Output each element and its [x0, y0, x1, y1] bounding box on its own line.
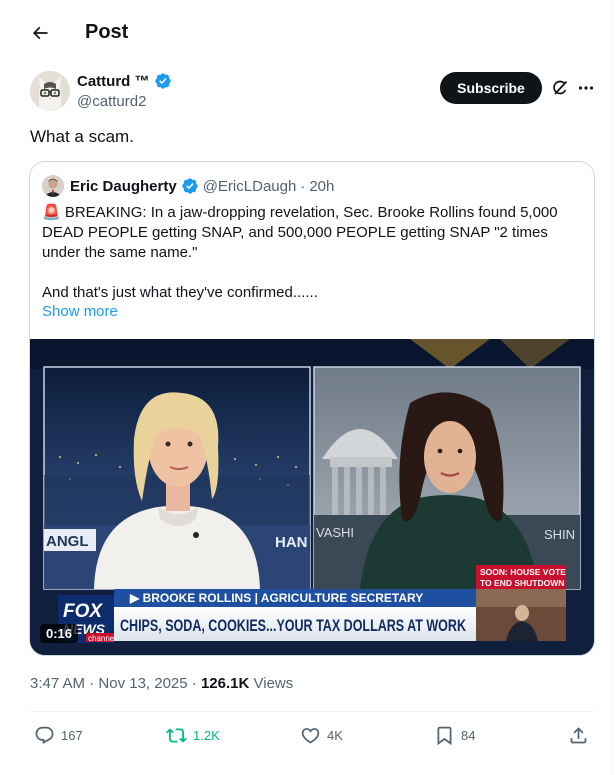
views-count: 126.1K — [200, 675, 250, 692]
action-bar: 167 1.2K 4K 84 — [30, 722, 595, 748]
meta-separator: · — [191, 675, 197, 692]
page-title: Post — [85, 21, 129, 43]
bookmark-icon — [437, 726, 452, 745]
video-headline: CHIPS, SODA, COOKIES...YOUR TAX DOLLARS … — [120, 616, 467, 635]
verified-badge-icon — [182, 178, 198, 194]
heart-icon — [301, 727, 320, 744]
quoted-author-name[interactable]: Eric Daugherty — [70, 178, 177, 195]
quoted-text-blank-line — [42, 263, 587, 283]
channel-logo-text: FOX — [63, 601, 103, 622]
soon-banner-line: SOON: HOUSE VOTE — [480, 567, 566, 577]
background-wall-text: HAN — [275, 534, 308, 551]
subscribe-button[interactable]: Subscribe — [440, 72, 542, 104]
background-wall-text: SHIN — [544, 527, 575, 542]
views-label: Views — [253, 675, 294, 692]
more-options-button[interactable] — [576, 78, 596, 98]
reply-button[interactable]: 167 — [34, 722, 83, 748]
column-border — [611, 0, 612, 775]
background-wall-text: VASHI — [316, 525, 354, 540]
quoted-text-line: 🚨 BREAKING: In a jaw-dropping revelation… — [42, 204, 558, 221]
quoted-text-line: And that's just what they've confirmed..… — [42, 284, 318, 301]
share-icon — [570, 726, 587, 743]
quoted-post-text: 🚨 BREAKING: In a jaw-dropping revelation… — [42, 203, 587, 303]
author-name-text: Catturd ™ — [77, 72, 150, 90]
like-button[interactable]: 4K — [300, 722, 343, 748]
cat-avatar-image — [30, 71, 70, 111]
post-timestamp: 3:47 AM · Nov 13, 2025 · 126.1K Views — [30, 675, 293, 692]
video-lower-third-name: ▶ BROOKE ROLLINS | AGRICULTURE SECRETARY — [129, 591, 423, 605]
background-wall-text: ANGL — [46, 533, 89, 550]
author-avatar[interactable] — [30, 71, 70, 111]
verified-badge-icon — [154, 73, 171, 89]
divider — [30, 711, 595, 712]
repost-count: 1.2K — [193, 727, 220, 743]
arrow-left-icon — [32, 26, 48, 40]
post-time[interactable]: 3:47 AM — [30, 675, 85, 692]
author-name[interactable]: Catturd ™ — [77, 72, 172, 90]
quoted-author-avatar[interactable] — [42, 175, 64, 197]
reply-count: 167 — [61, 727, 83, 743]
share-button[interactable] — [568, 722, 589, 748]
quoted-post-card[interactable]: Eric Daugherty @EricLDaugh · 20h 🚨 BREAK… — [29, 161, 595, 656]
meta-separator: · — [300, 177, 306, 195]
quoted-post-time[interactable]: 20h — [309, 178, 334, 195]
author-handle[interactable]: @catturd2 — [77, 93, 146, 110]
quoted-post-header: Eric Daugherty @EricLDaugh · 20h — [42, 175, 334, 197]
grok-button[interactable] — [550, 78, 570, 98]
bookmark-button[interactable]: 84 — [434, 722, 475, 748]
meta-separator: · — [89, 675, 95, 692]
bookmark-count: 84 — [461, 727, 476, 743]
reply-icon — [35, 726, 54, 744]
repost-button[interactable]: 1.2K — [166, 722, 220, 748]
video-duration: 0:16 — [40, 624, 79, 643]
post-text: What a scam. — [30, 127, 134, 146]
video-frame: ANGL HAN VASHI SHIN ▶ BROOKE ROLLINS | A… — [30, 339, 594, 655]
quoted-text-line: under the same name." — [42, 244, 198, 261]
channel-logo-text: channel — [88, 634, 116, 643]
soon-banner-line: TO END SHUTDOWN — [480, 578, 564, 588]
post-date[interactable]: Nov 13, 2025 — [98, 675, 187, 692]
quoted-text-line: DEAD PEOPLE getting SNAP, and 500,000 PE… — [42, 224, 548, 241]
like-count: 4K — [327, 727, 343, 743]
person-avatar-image — [42, 175, 64, 197]
repost-icon — [166, 727, 187, 743]
top-bar: Post — [0, 0, 612, 66]
video-player[interactable]: ANGL HAN VASHI SHIN ▶ BROOKE ROLLINS | A… — [30, 339, 594, 655]
show-more-link[interactable]: Show more — [42, 303, 118, 320]
quoted-author-handle[interactable]: @EricLDaugh — [203, 178, 297, 195]
back-button[interactable] — [24, 20, 56, 46]
grok-icon — [553, 80, 568, 95]
more-horizontal-icon — [578, 86, 594, 90]
